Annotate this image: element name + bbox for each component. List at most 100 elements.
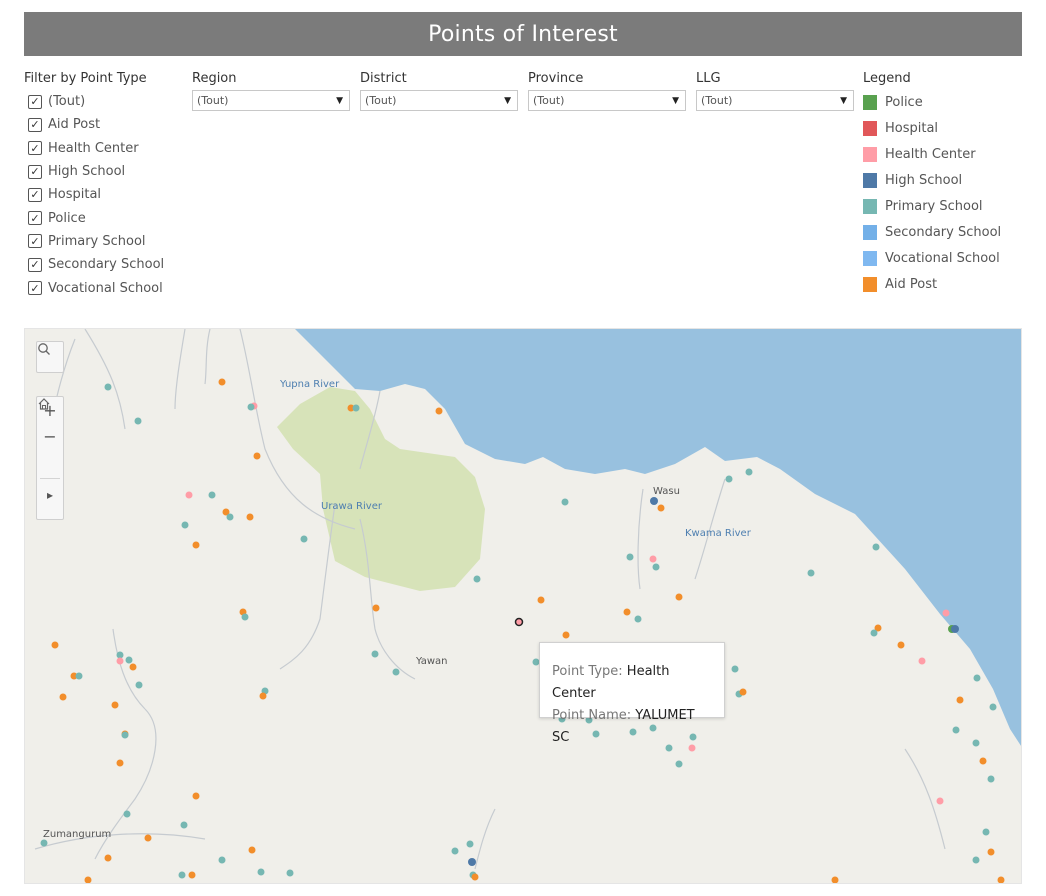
legend-label: Vocational School <box>885 250 1000 266</box>
legend-item-primary-school[interactable]: Primary School <box>863 194 1001 220</box>
province-dropdown[interactable]: (Tout) ▼ <box>528 90 686 111</box>
legend-item-health-center[interactable]: Health Center <box>863 142 1001 168</box>
dropdown-arrow-icon: ▼ <box>504 95 511 106</box>
legend-item-high-school[interactable]: High School <box>863 168 1001 194</box>
legend-item-hospital[interactable]: Hospital <box>863 116 1001 142</box>
legend-label: Primary School <box>885 199 983 214</box>
poi-point-primary-school <box>972 856 980 864</box>
map-canvas[interactable] <box>25 329 1022 884</box>
river-line <box>279 503 336 670</box>
filter-item-aid-post[interactable]: ✓ Aid Post <box>28 113 164 136</box>
legend-swatch <box>863 173 877 189</box>
filter-item-label: (Tout) <box>48 94 86 110</box>
river-line <box>474 808 496 870</box>
river-label-urawa: Urawa River <box>321 501 382 512</box>
dashboard-title: Points of Interest <box>24 12 1022 56</box>
filter-item-primary-school[interactable]: ✓ Primary School <box>28 230 164 253</box>
filter-item-police[interactable]: ✓ Police <box>28 206 164 229</box>
expand-arrow-icon[interactable]: ▸ <box>37 482 63 508</box>
region-dropdown[interactable]: (Tout) ▼ <box>192 90 350 111</box>
poi-point-primary-school <box>247 403 255 411</box>
checkbox-checked-icon[interactable]: ✓ <box>28 164 42 179</box>
map-search-button[interactable] <box>36 341 64 373</box>
poi-point-aid-post <box>979 757 987 765</box>
poi-point-primary-school <box>451 847 459 855</box>
legend-swatch <box>863 121 877 137</box>
tooltip-type-label: Point Type: <box>552 664 623 679</box>
checkbox-checked-icon[interactable]: ✓ <box>28 281 42 296</box>
poi-point-primary-school <box>123 810 131 818</box>
filter-item-label: Primary School <box>48 233 146 249</box>
filter-item-label: High School <box>48 164 126 180</box>
province-filter: Province (Tout) ▼ <box>528 71 686 111</box>
poi-point-primary-school <box>121 731 129 739</box>
legend-item-secondary-school[interactable]: Secondary School <box>863 219 1001 245</box>
checkbox-checked-icon[interactable]: ✓ <box>28 94 42 109</box>
home-icon[interactable] <box>37 398 63 475</box>
river-label-yupna: Yupna River <box>280 379 340 390</box>
map-view[interactable]: + − ▸ Yupna River Urawa River Wasu Kwama… <box>24 328 1022 884</box>
legend-label: Police <box>885 95 923 111</box>
poi-point-primary-school <box>973 674 981 682</box>
poi-point-aid-post <box>831 876 839 883</box>
filter-item-vocational-school[interactable]: ✓ Vocational School <box>28 276 164 299</box>
legend-item-police[interactable]: Police <box>863 90 1001 116</box>
filter-item-all[interactable]: ✓ (Tout) <box>28 90 164 113</box>
filter-item-health-center[interactable]: ✓ Health Center <box>28 137 164 160</box>
poi-point-aid-post <box>259 692 267 700</box>
filter-item-label: Hospital <box>48 187 102 203</box>
district-dropdown[interactable]: (Tout) ▼ <box>360 90 518 111</box>
legend-swatch <box>863 276 877 292</box>
checkbox-checked-icon[interactable]: ✓ <box>28 117 42 132</box>
filter-item-secondary-school[interactable]: ✓ Secondary School <box>28 253 164 276</box>
poi-point-aid-post <box>116 759 124 767</box>
place-label-zumangurum: Zumangurum <box>43 829 112 840</box>
poi-point-primary-school <box>561 498 569 506</box>
poi-point-aid-post <box>192 541 200 549</box>
poi-point-aid-post <box>897 641 905 649</box>
checkbox-checked-icon[interactable]: ✓ <box>28 141 42 156</box>
poi-point-primary-school <box>226 513 234 521</box>
legend-label: Secondary School <box>885 224 1002 240</box>
poi-point-aid-post <box>246 513 254 521</box>
poi-point-primary-school <box>989 703 997 711</box>
poi-point-health-center <box>942 609 950 617</box>
river-line <box>174 329 186 410</box>
poi-point-aid-post <box>435 407 443 415</box>
checkbox-checked-icon[interactable]: ✓ <box>28 187 42 202</box>
poi-point-aid-post <box>129 663 137 671</box>
poi-point-primary-school <box>125 656 133 664</box>
zoom-out-icon[interactable]: − <box>37 423 63 449</box>
poi-point-aid-post <box>471 873 479 881</box>
poi-point-primary-school <box>982 828 990 836</box>
checkbox-checked-icon[interactable]: ✓ <box>28 234 42 249</box>
legend-swatch <box>863 147 877 163</box>
selected-point-health-center <box>514 617 524 627</box>
poi-point-aid-post <box>51 641 59 649</box>
legend-swatch <box>863 199 877 214</box>
poi-point-high-school <box>650 497 658 505</box>
filter-item-label: Vocational School <box>48 280 163 296</box>
checkbox-checked-icon[interactable]: ✓ <box>28 257 42 272</box>
legend-item-aid-post[interactable]: Aid Post <box>863 271 1001 297</box>
poi-point-primary-school <box>180 821 188 829</box>
filter-item-hospital[interactable]: ✓ Hospital <box>28 183 164 206</box>
poi-point-aid-post <box>84 876 92 883</box>
llg-dropdown[interactable]: (Tout) ▼ <box>696 90 854 111</box>
poi-point-primary-school <box>473 575 481 583</box>
poi-point-primary-school <box>725 475 733 483</box>
river-label-kwama: Kwama River <box>685 528 751 539</box>
legend-label: Hospital <box>885 121 939 137</box>
filter-item-high-school[interactable]: ✓ High School <box>28 160 164 183</box>
poi-point-aid-post <box>372 604 380 612</box>
poi-point-primary-school <box>135 681 143 689</box>
checkbox-checked-icon[interactable]: ✓ <box>28 211 42 226</box>
poi-point-primary-school <box>972 739 980 747</box>
poi-point-primary-school <box>40 839 48 847</box>
region-label: Region <box>192 71 237 86</box>
llg-label: LLG <box>696 71 721 86</box>
legend-item-vocational-school[interactable]: Vocational School <box>863 245 1001 271</box>
legend-swatch <box>863 224 877 240</box>
poi-point-aid-post <box>562 631 570 639</box>
poi-point-aid-post <box>218 378 226 386</box>
